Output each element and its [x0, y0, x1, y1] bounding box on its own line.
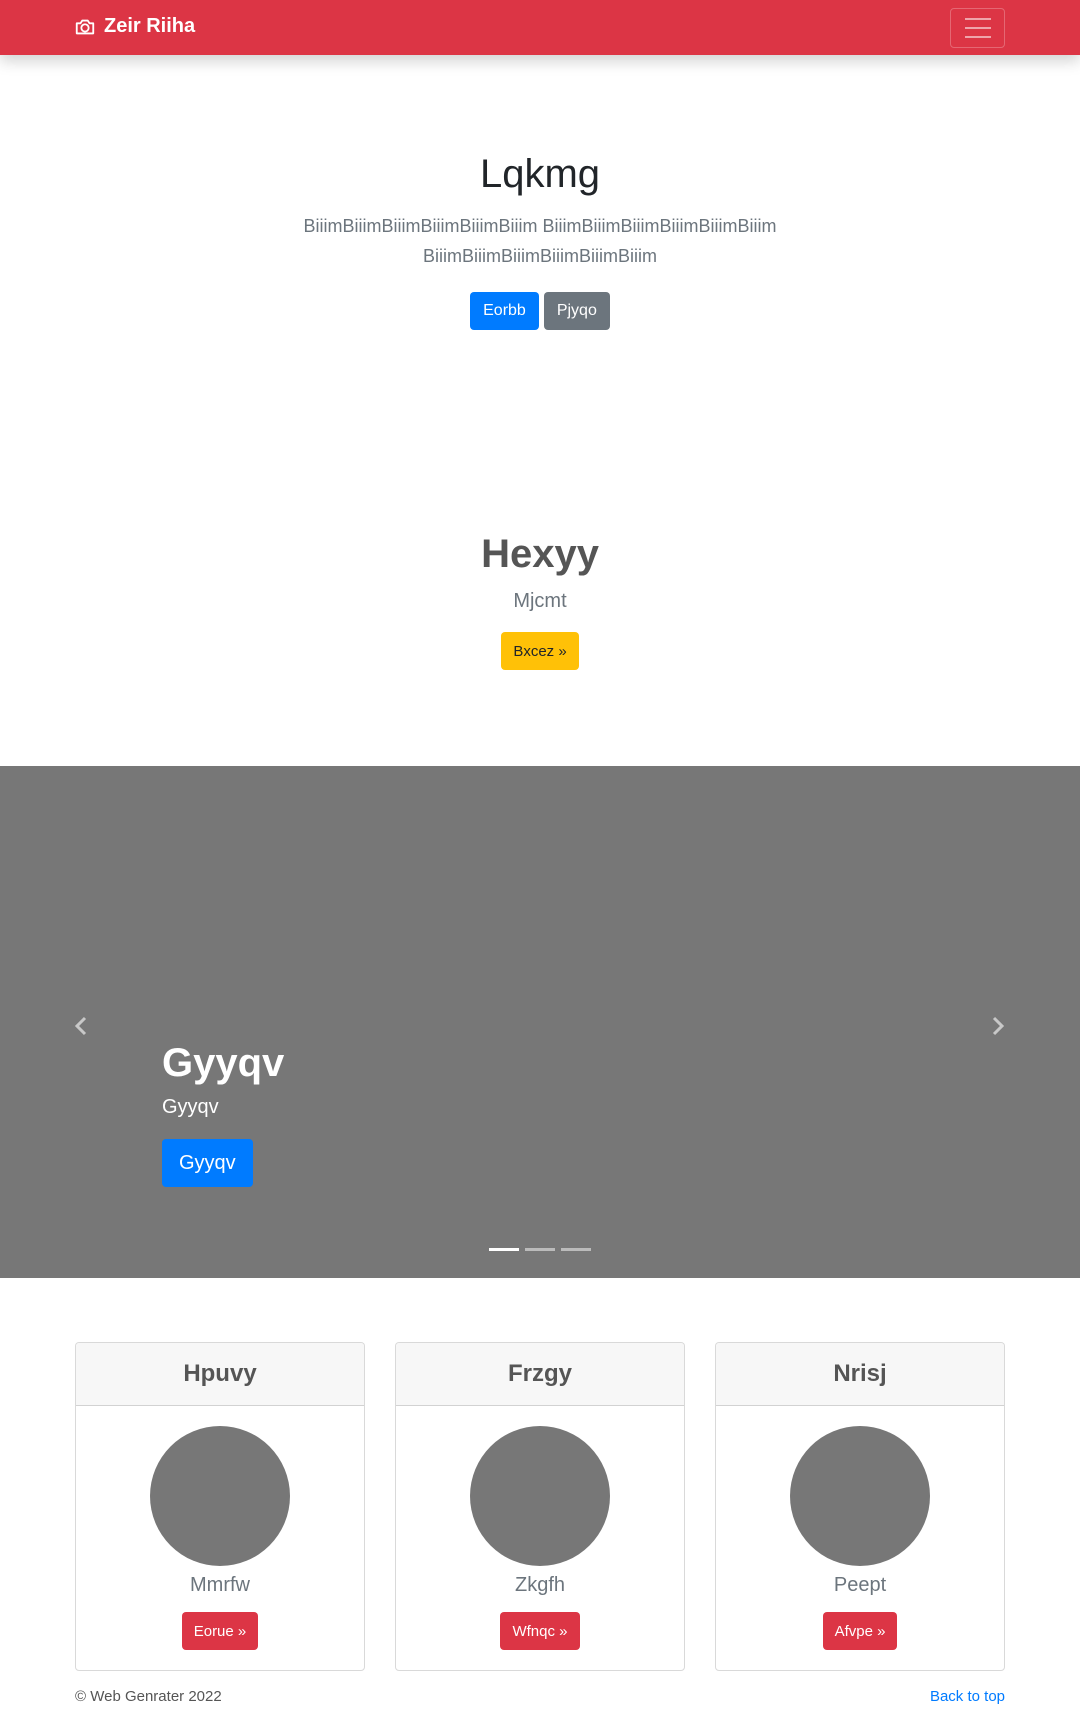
hero-primary-button[interactable]: Eorbb [470, 292, 539, 330]
carousel-indicator-3[interactable] [561, 1248, 591, 1251]
card-header: Frzgy [396, 1343, 684, 1406]
carousel-indicator-1[interactable] [489, 1248, 519, 1251]
hero-lead: BiiimBiiimBiiimBiiimBiiimBiiim BiiimBiii… [303, 216, 777, 266]
carousel: Gyyqv Gyyqv Gyyqv [0, 766, 1080, 1278]
carousel-indicators [0, 1248, 1080, 1251]
card-header: Nrisj [716, 1343, 1004, 1406]
carousel-slide-title: Gyyqv [162, 1041, 285, 1085]
avatar-placeholder [150, 1426, 290, 1566]
card-text: Mmrfw [190, 1574, 250, 1596]
card-button[interactable]: Eorue » [181, 1612, 259, 1650]
card-body: Mmrfw Eorue » [76, 1406, 364, 1650]
navbar-brand[interactable]: Zeir Riiha [74, 15, 195, 38]
card-header: Hpuvy [76, 1343, 364, 1406]
chevron-left-icon [74, 1016, 87, 1036]
chevron-right-icon [992, 1016, 1005, 1036]
navbar: Zeir Riiha [0, 0, 1080, 55]
card-button[interactable]: Afvpe » [822, 1612, 898, 1650]
footer-copyright: © Web Genrater 2022 [75, 1688, 222, 1705]
card-body: Zkgfh Wfnqc » [396, 1406, 684, 1650]
carousel-slide-text: Gyyqv [162, 1096, 219, 1118]
hero-buttons: Eorbb Pjyqo [0, 292, 1080, 330]
hero-title: Lqkmg [479, 152, 601, 196]
card: Hpuvy Mmrfw Eorue » [75, 1342, 365, 1671]
brand-name: Zeir Riiha [104, 15, 196, 37]
carousel-prev-button[interactable] [66, 1011, 96, 1041]
card-deck: Hpuvy Mmrfw Eorue » Frzgy Zkgfh Wfnqc » … [75, 1342, 1005, 1671]
feature-button[interactable]: Bxcez » [501, 632, 579, 670]
carousel-slide-button[interactable]: Gyyqv [162, 1139, 253, 1187]
carousel-next-button[interactable] [983, 1011, 1013, 1041]
avatar-placeholder [790, 1426, 930, 1566]
camera-icon [75, 19, 95, 34]
card-body: Peept Afvpe » [716, 1406, 1004, 1650]
navbar-toggler-button[interactable] [950, 8, 1005, 48]
hamburger-menu-icon [964, 18, 991, 20]
carousel-indicator-2[interactable] [525, 1248, 555, 1251]
back-to-top-link[interactable]: Back to top [860, 1688, 1005, 1705]
card-button[interactable]: Wfnqc » [500, 1612, 580, 1650]
feature-subtitle: Mjcmt [513, 590, 567, 612]
card-text: Peept [833, 1574, 887, 1596]
card-text: Zkgfh [514, 1574, 566, 1596]
feature-title: Hexyy [481, 532, 599, 576]
card: Nrisj Peept Afvpe » [715, 1342, 1005, 1671]
carousel-caption: Gyyqv Gyyqv Gyyqv [162, 1041, 284, 1187]
avatar-placeholder [470, 1426, 610, 1566]
hero-secondary-button[interactable]: Pjyqo [543, 292, 610, 330]
card: Frzgy Zkgfh Wfnqc » [395, 1342, 685, 1671]
